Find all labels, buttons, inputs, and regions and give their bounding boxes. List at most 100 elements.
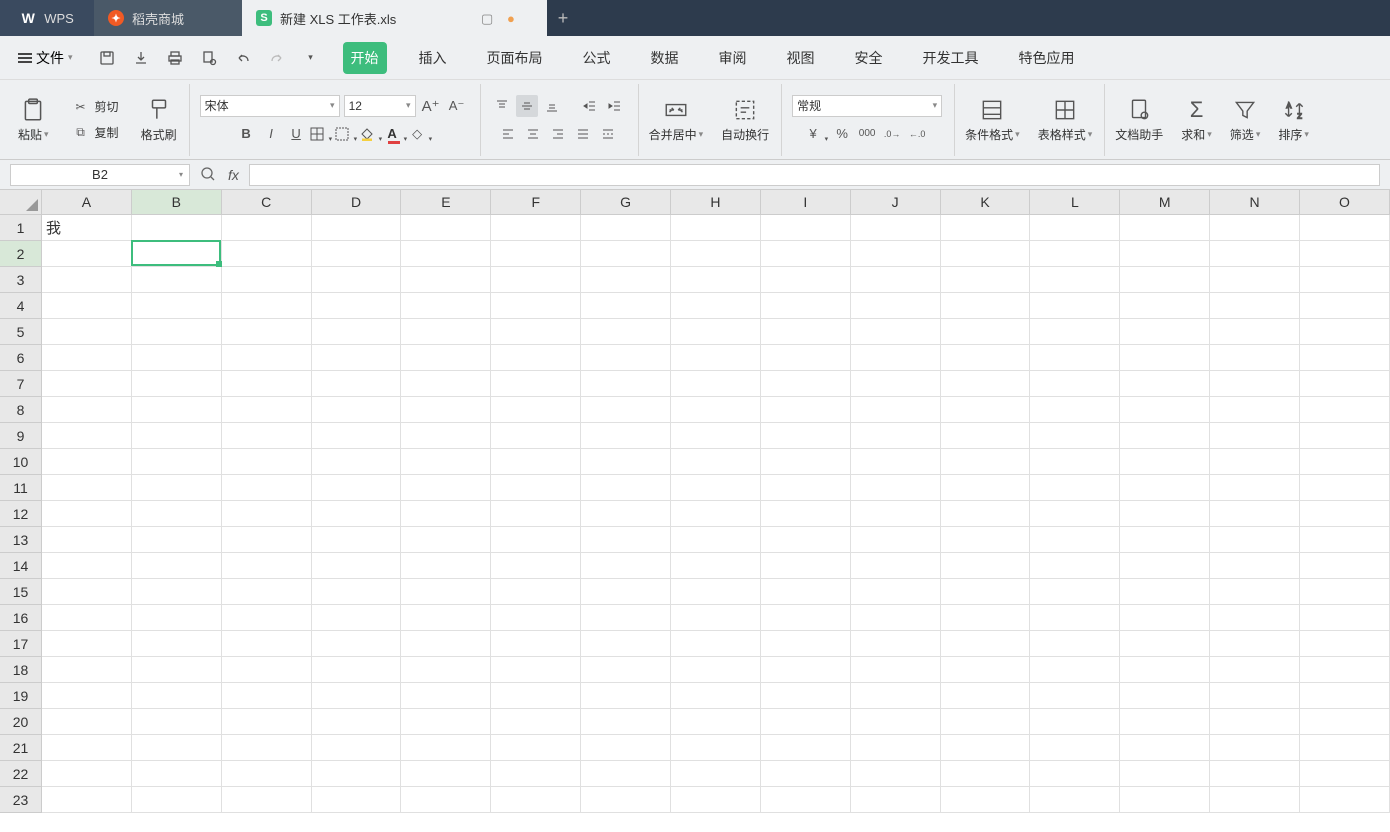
cell[interactable]: [132, 345, 222, 371]
cell[interactable]: [941, 735, 1031, 761]
cell[interactable]: [671, 735, 761, 761]
cell[interactable]: [1120, 449, 1210, 475]
align-right-button[interactable]: [547, 123, 569, 145]
cell[interactable]: [761, 293, 851, 319]
cell[interactable]: [581, 215, 671, 241]
cell[interactable]: [222, 215, 312, 241]
row-header[interactable]: 13: [0, 527, 41, 553]
cell[interactable]: [312, 371, 402, 397]
cell[interactable]: [1210, 397, 1300, 423]
cell[interactable]: [1030, 449, 1120, 475]
cell[interactable]: [491, 787, 581, 813]
tab-developer[interactable]: 开发工具: [915, 42, 987, 74]
cell[interactable]: [1300, 345, 1390, 371]
row-header[interactable]: 7: [0, 371, 41, 397]
cell[interactable]: [761, 787, 851, 813]
cell[interactable]: [581, 345, 671, 371]
cell[interactable]: [1210, 683, 1300, 709]
cell[interactable]: [132, 475, 222, 501]
cell[interactable]: [42, 501, 132, 527]
cell[interactable]: [42, 735, 132, 761]
cell[interactable]: [851, 579, 941, 605]
decrease-indent-button[interactable]: [579, 95, 601, 117]
cell[interactable]: [312, 527, 402, 553]
cell[interactable]: [42, 787, 132, 813]
cell[interactable]: [1030, 319, 1120, 345]
cell[interactable]: [1030, 579, 1120, 605]
cell[interactable]: [1300, 527, 1390, 553]
column-header[interactable]: L: [1030, 190, 1120, 214]
cell[interactable]: [1300, 475, 1390, 501]
cell[interactable]: [132, 449, 222, 475]
cell[interactable]: [1120, 475, 1210, 501]
column-header[interactable]: M: [1120, 190, 1210, 214]
cell[interactable]: [491, 449, 581, 475]
cell[interactable]: [1120, 319, 1210, 345]
cell[interactable]: [401, 709, 491, 735]
cell[interactable]: [1300, 423, 1390, 449]
align-left-button[interactable]: [497, 123, 519, 145]
cell[interactable]: [132, 735, 222, 761]
cell[interactable]: [761, 241, 851, 267]
cell[interactable]: [1030, 787, 1120, 813]
tab-view[interactable]: 视图: [779, 42, 823, 74]
cell[interactable]: [1120, 761, 1210, 787]
cell[interactable]: [401, 761, 491, 787]
cell[interactable]: [1300, 371, 1390, 397]
cell[interactable]: [222, 319, 312, 345]
font-color-button[interactable]: A: [385, 123, 407, 145]
cell[interactable]: [941, 397, 1031, 423]
cell[interactable]: [1210, 293, 1300, 319]
cell[interactable]: [581, 319, 671, 345]
tab-formulas[interactable]: 公式: [575, 42, 619, 74]
fill-color-button[interactable]: [360, 123, 382, 145]
cell[interactable]: [851, 527, 941, 553]
undo-icon[interactable]: [235, 50, 251, 66]
row-header[interactable]: 21: [0, 735, 41, 761]
column-header[interactable]: B: [132, 190, 222, 214]
cell[interactable]: [42, 761, 132, 787]
cell[interactable]: [1120, 215, 1210, 241]
cell[interactable]: [1300, 397, 1390, 423]
cell[interactable]: [42, 709, 132, 735]
cell[interactable]: [851, 397, 941, 423]
cell[interactable]: [761, 527, 851, 553]
wrap-text-icon[interactable]: [731, 96, 759, 124]
cell[interactable]: [312, 449, 402, 475]
cell[interactable]: [1030, 423, 1120, 449]
cell[interactable]: [851, 735, 941, 761]
redo-icon[interactable]: [269, 50, 285, 66]
column-header[interactable]: K: [941, 190, 1031, 214]
print-preview-icon[interactable]: [201, 50, 217, 66]
cell[interactable]: [1210, 241, 1300, 267]
cell[interactable]: [1030, 553, 1120, 579]
cell[interactable]: [1300, 215, 1390, 241]
clear-format-button[interactable]: ◇: [410, 123, 432, 145]
cell[interactable]: [581, 267, 671, 293]
cell[interactable]: [491, 397, 581, 423]
paste-icon[interactable]: [19, 96, 47, 124]
cell[interactable]: [42, 475, 132, 501]
bold-button[interactable]: B: [235, 123, 257, 145]
cell[interactable]: [941, 527, 1031, 553]
cell[interactable]: [42, 319, 132, 345]
cell[interactable]: [1300, 501, 1390, 527]
cell[interactable]: [581, 423, 671, 449]
cell[interactable]: [761, 501, 851, 527]
doc-helper-icon[interactable]: [1125, 96, 1153, 124]
cell[interactable]: [401, 449, 491, 475]
cell[interactable]: [1120, 709, 1210, 735]
row-header[interactable]: 2: [0, 241, 41, 267]
cell[interactable]: [1210, 319, 1300, 345]
row-header[interactable]: 22: [0, 761, 41, 787]
align-center-button[interactable]: [522, 123, 544, 145]
cell[interactable]: [1030, 345, 1120, 371]
cell[interactable]: [491, 579, 581, 605]
border-style-button[interactable]: [335, 123, 357, 145]
cell[interactable]: [581, 501, 671, 527]
column-header[interactable]: E: [401, 190, 491, 214]
row-header[interactable]: 19: [0, 683, 41, 709]
cell[interactable]: [851, 293, 941, 319]
row-header[interactable]: 9: [0, 423, 41, 449]
cell[interactable]: [222, 475, 312, 501]
